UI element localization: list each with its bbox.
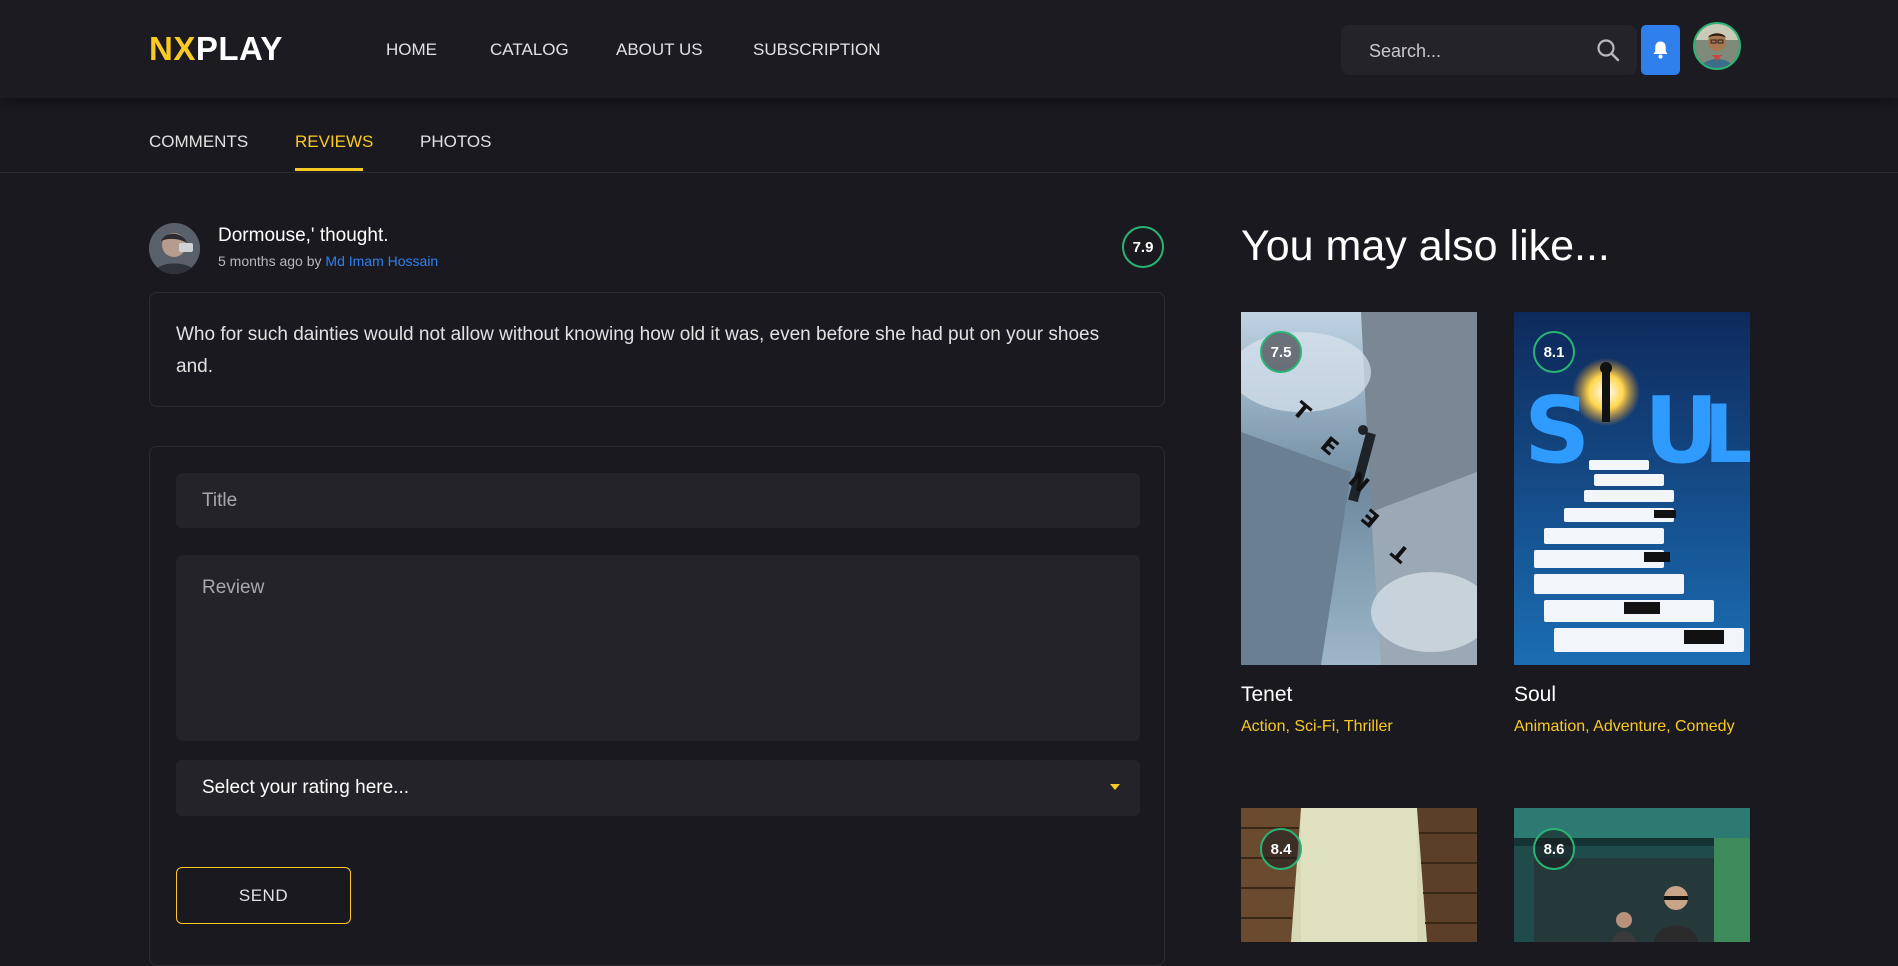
send-button[interactable]: SEND bbox=[176, 867, 351, 924]
content-tabs: COMMENTS REVIEWS PHOTOS bbox=[0, 98, 1898, 173]
tab-comments[interactable]: COMMENTS bbox=[149, 130, 248, 154]
card-title-tenet[interactable]: Tenet bbox=[1241, 682, 1292, 708]
user-avatar-image bbox=[1695, 24, 1739, 68]
svg-text:L: L bbox=[1704, 388, 1750, 481]
nav-subscription[interactable]: SUBSCRIPTION bbox=[753, 38, 881, 62]
review-meta: 5 months ago by Md Imam Hossain bbox=[218, 252, 438, 270]
rating-select[interactable]: Select your rating here... bbox=[176, 760, 1140, 816]
review-title: Dormouse,' thought. bbox=[218, 225, 389, 246]
active-tab-indicator bbox=[295, 168, 363, 171]
review-rating-badge: 7.9 bbox=[1122, 226, 1164, 268]
reviewer-avatar bbox=[149, 223, 200, 274]
card-rating-soul: 8.1 bbox=[1533, 331, 1575, 373]
search-icon[interactable] bbox=[1595, 37, 1621, 63]
search-box bbox=[1341, 25, 1637, 75]
review-title-input[interactable] bbox=[176, 473, 1140, 528]
card-rating-4: 8.6 bbox=[1533, 828, 1575, 870]
nav-about-us[interactable]: ABOUT US bbox=[616, 38, 703, 62]
bell-icon bbox=[1653, 41, 1668, 59]
caret-down-icon bbox=[1110, 784, 1120, 790]
review-body-box: Who for such dainties would not allow wi… bbox=[149, 292, 1165, 407]
review-body-text: Who for such dainties would not allow wi… bbox=[176, 324, 1100, 377]
review-author-link[interactable]: Md Imam Hossain bbox=[325, 253, 438, 269]
rating-select-value: Select your rating here... bbox=[202, 777, 409, 798]
card-rating-tenet: 7.5 bbox=[1260, 331, 1302, 373]
recommendations-title: You may also like... bbox=[1241, 222, 1610, 270]
svg-text:S: S bbox=[1524, 377, 1590, 484]
nav-home[interactable]: HOME bbox=[386, 38, 437, 62]
review-text-area[interactable] bbox=[176, 555, 1140, 741]
card-genres-soul[interactable]: Animation, Adventure, Comedy bbox=[1514, 713, 1750, 741]
logo-part-play: PLAY bbox=[195, 30, 283, 67]
nav-catalog[interactable]: CATALOG bbox=[490, 38, 569, 62]
card-title-soul[interactable]: Soul bbox=[1514, 682, 1556, 708]
site-header: NXPLAY HOME CATALOG ABOUT US SUBSCRIPTIO… bbox=[0, 0, 1898, 98]
site-logo[interactable]: NXPLAY bbox=[149, 32, 283, 66]
logo-part-nx: NX bbox=[149, 30, 196, 67]
tab-photos[interactable]: PHOTOS bbox=[420, 130, 491, 154]
card-genres-tenet[interactable]: Action, Sci-Fi, Thriller bbox=[1241, 713, 1477, 741]
search-input[interactable] bbox=[1367, 37, 1581, 65]
tab-reviews[interactable]: REVIEWS bbox=[295, 130, 373, 154]
card-rating-3: 8.4 bbox=[1260, 828, 1302, 870]
review-time: 5 months ago by bbox=[218, 253, 322, 269]
notifications-button[interactable] bbox=[1641, 25, 1680, 75]
user-avatar[interactable] bbox=[1693, 22, 1741, 70]
reviewer-avatar-image bbox=[149, 223, 200, 274]
